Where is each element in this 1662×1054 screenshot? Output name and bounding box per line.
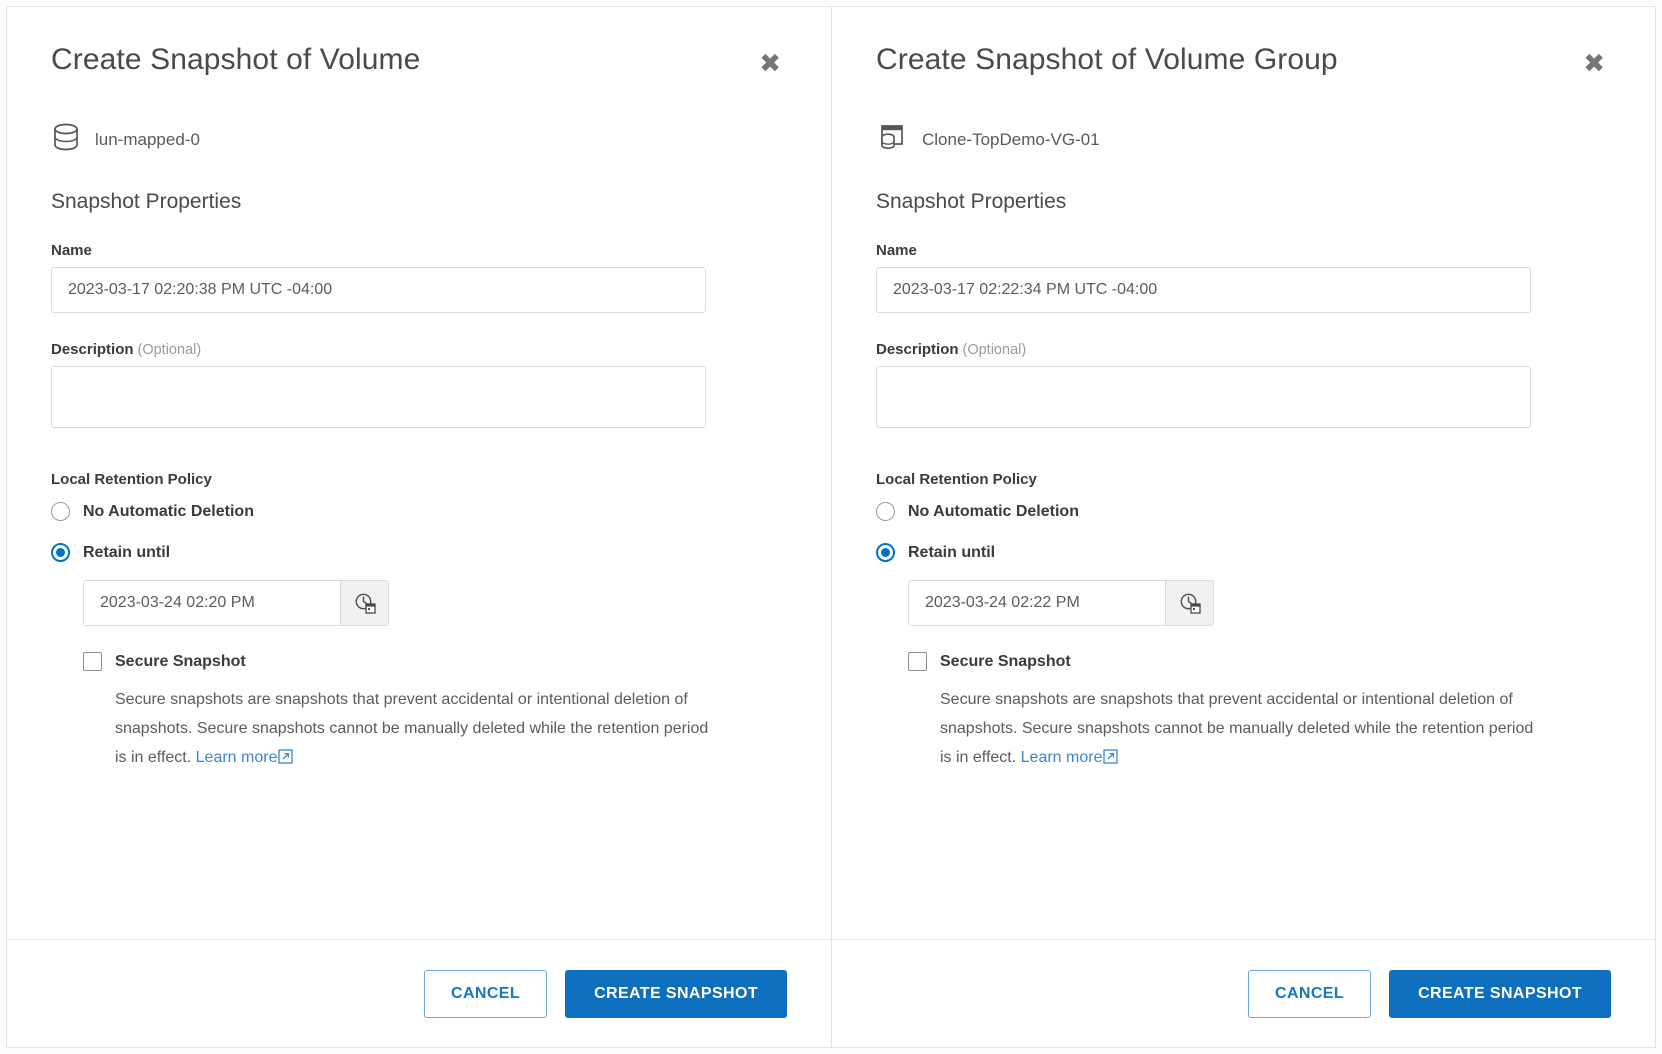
- radio-no-automatic-deletion-2[interactable]: No Automatic Deletion: [876, 502, 1611, 521]
- volume-icon: [51, 121, 81, 158]
- object-name-2: Clone-TopDemo-VG-01: [922, 129, 1100, 149]
- radio-no-automatic-deletion-icon[interactable]: [51, 502, 70, 521]
- radio-retain-until-icon-2[interactable]: [876, 543, 895, 562]
- learn-more-link-2[interactable]: Learn more: [1021, 749, 1103, 766]
- secure-snapshot-checkbox-2[interactable]: [908, 652, 927, 671]
- description-label-text: Description: [51, 341, 134, 358]
- name-label-2: Name: [876, 242, 917, 259]
- external-link-icon[interactable]: [278, 745, 294, 774]
- local-retention-policy-label-2: Local Retention Policy: [876, 471, 1037, 488]
- volume-group-icon: [876, 121, 908, 158]
- dialog-header-right: Create Snapshot of Volume Group ✖: [876, 43, 1611, 81]
- object-identity-row-right: Clone-TopDemo-VG-01: [876, 121, 1611, 158]
- close-icon-2[interactable]: ✖: [1577, 47, 1611, 81]
- description-label-2: Description (Optional): [876, 341, 1611, 358]
- secure-snapshot-checkbox-row[interactable]: Secure Snapshot: [83, 652, 787, 671]
- create-snapshot-of-volume-dialog: Create Snapshot of Volume ✖ lun-mapped-0…: [6, 6, 831, 1048]
- cancel-button[interactable]: CANCEL: [423, 969, 548, 1018]
- section-title-snapshot-properties: Snapshot Properties: [51, 190, 242, 213]
- learn-more-link[interactable]: Learn more: [196, 749, 278, 766]
- radio-retain-until[interactable]: Retain until: [51, 543, 787, 562]
- retain-until-datepicker[interactable]: [83, 580, 389, 626]
- radio-no-automatic-deletion-label: No Automatic Deletion: [83, 502, 254, 520]
- dialog-footer-left: CANCEL CREATE SNAPSHOT: [7, 939, 831, 1047]
- screenshot-root: Create Snapshot of Volume ✖ lun-mapped-0…: [0, 0, 1662, 1054]
- retain-until-datepicker-2[interactable]: [908, 580, 1214, 626]
- dialog-footer-right: CANCEL CREATE SNAPSHOT: [832, 939, 1655, 1047]
- radio-retain-until-label: Retain until: [83, 543, 171, 561]
- clock-calendar-icon[interactable]: [340, 581, 388, 625]
- radio-retain-until-2[interactable]: Retain until: [876, 543, 1611, 562]
- retain-until-input-2[interactable]: [909, 581, 1165, 625]
- description-label: Description (Optional): [51, 341, 787, 358]
- description-label-text-2: Description: [876, 341, 959, 358]
- name-input[interactable]: [51, 267, 706, 313]
- page-title-2: Create Snapshot of Volume Group: [876, 43, 1338, 76]
- object-identity-row-left: lun-mapped-0: [51, 121, 787, 158]
- description-optional-text: (Optional): [137, 342, 202, 358]
- radio-no-automatic-deletion-label-2: No Automatic Deletion: [908, 502, 1079, 520]
- radio-retain-until-icon[interactable]: [51, 543, 70, 562]
- object-name: lun-mapped-0: [95, 129, 200, 149]
- radio-no-automatic-deletion-icon-2[interactable]: [876, 502, 895, 521]
- name-label: Name: [51, 242, 92, 259]
- external-link-icon-2[interactable]: [1103, 745, 1119, 774]
- name-input-2[interactable]: [876, 267, 1531, 313]
- description-optional-text-2: (Optional): [962, 342, 1027, 358]
- description-input-2[interactable]: [876, 366, 1531, 428]
- secure-snapshot-help-text: Secure snapshots are snapshots that prev…: [115, 685, 710, 774]
- local-retention-policy-label: Local Retention Policy: [51, 471, 212, 488]
- secure-snapshot-label: Secure Snapshot: [115, 652, 246, 670]
- create-snapshot-button-2[interactable]: CREATE SNAPSHOT: [1389, 969, 1611, 1018]
- radio-no-automatic-deletion[interactable]: No Automatic Deletion: [51, 502, 787, 521]
- secure-snapshot-label-2: Secure Snapshot: [940, 652, 1071, 670]
- cancel-button-2[interactable]: CANCEL: [1247, 969, 1372, 1018]
- description-input[interactable]: [51, 366, 706, 428]
- dialog-body-left: Create Snapshot of Volume ✖ lun-mapped-0…: [7, 7, 831, 939]
- page-title: Create Snapshot of Volume: [51, 43, 421, 76]
- dialog-header-left: Create Snapshot of Volume ✖: [51, 43, 787, 81]
- secure-snapshot-checkbox-row-2[interactable]: Secure Snapshot: [908, 652, 1611, 671]
- retain-until-input[interactable]: [84, 581, 340, 625]
- close-icon[interactable]: ✖: [753, 47, 787, 81]
- dialog-body-right: Create Snapshot of Volume Group ✖ Clone-…: [832, 7, 1655, 939]
- create-snapshot-button[interactable]: CREATE SNAPSHOT: [565, 969, 787, 1018]
- clock-calendar-icon-2[interactable]: [1165, 581, 1213, 625]
- section-title-snapshot-properties-2: Snapshot Properties: [876, 190, 1067, 213]
- secure-snapshot-checkbox[interactable]: [83, 652, 102, 671]
- secure-snapshot-help-text-2: Secure snapshots are snapshots that prev…: [940, 685, 1535, 774]
- radio-retain-until-label-2: Retain until: [908, 543, 996, 561]
- create-snapshot-of-volume-group-dialog: Create Snapshot of Volume Group ✖ Clone-…: [831, 6, 1656, 1048]
